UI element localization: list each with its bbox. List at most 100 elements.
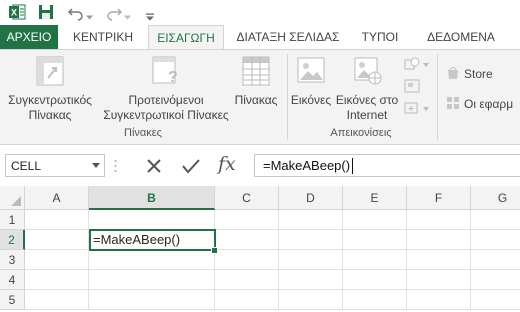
select-all-triangle-icon <box>11 196 21 206</box>
insert-function-button[interactable]: fx <box>218 153 236 175</box>
formula-bar: CELL fx =MakeABeep() <box>0 149 520 184</box>
store-icon <box>448 67 458 79</box>
grid-cell[interactable] <box>279 230 343 250</box>
column-header-c[interactable]: C <box>215 186 279 210</box>
row-header-4[interactable]: 4 <box>0 270 25 290</box>
ribbon-separator <box>437 54 438 140</box>
tab-page-layout[interactable]: ΔΙΑΤΑΞΗ ΣΕΛΙΔΑΣ <box>232 25 344 50</box>
tab-home[interactable]: ΚΕΝΤΡΙΚΗ <box>64 25 142 50</box>
column-header-e[interactable]: E <box>343 186 407 210</box>
grid-cell[interactable] <box>407 250 471 270</box>
grid-cell[interactable] <box>407 290 471 310</box>
group-label-illustrations: Απεικονίσεις <box>330 127 392 139</box>
store-button[interactable]: Store <box>464 67 514 82</box>
grid-cell[interactable] <box>25 290 89 310</box>
grid-cell[interactable] <box>279 250 343 270</box>
formula-input[interactable]: =MakeABeep() <box>254 154 520 177</box>
grid-cell[interactable] <box>471 290 520 310</box>
fill-handle[interactable] <box>211 247 218 254</box>
table-button[interactable]: Πίνακας <box>228 93 284 108</box>
name-box-dropdown-icon[interactable] <box>92 163 100 168</box>
save-icon[interactable] <box>38 3 54 21</box>
tab-insert[interactable]: ΕΙΣΑΓΩΓΗ <box>148 25 224 50</box>
grid-cell[interactable] <box>215 230 279 250</box>
grid-cell[interactable] <box>25 210 89 230</box>
online-pictures-label-line2: Internet <box>346 108 388 122</box>
my-apps-button[interactable]: Οι εφαρμ <box>464 97 520 112</box>
grid-cell[interactable] <box>25 250 89 270</box>
row-header-1[interactable]: 1 <box>0 210 25 230</box>
svg-text:?: ? <box>168 69 178 86</box>
row-header-3[interactable]: 3 <box>0 250 25 270</box>
recommended-pivot-label-line2: Συγκεντρωτικοί Πίνακες <box>103 108 229 122</box>
active-cell-b2[interactable]: =MakeABeep() <box>89 229 216 251</box>
row-header-5[interactable]: 5 <box>0 290 25 310</box>
pivot-table-label-line1: Συγκεντρωτικός <box>8 93 92 107</box>
cancel-icon[interactable] <box>145 157 163 175</box>
redo-icon[interactable] <box>106 3 122 21</box>
grid-cell[interactable] <box>471 230 520 250</box>
tab-data[interactable]: ΔΕΔΟΜΕΝΑ <box>416 25 506 50</box>
table-icon <box>242 56 270 86</box>
grid-cell[interactable] <box>407 230 471 250</box>
grid-cell[interactable] <box>89 270 215 290</box>
grid-cell[interactable] <box>279 270 343 290</box>
grid-cell[interactable] <box>407 210 471 230</box>
column-header-a[interactable]: A <box>25 186 89 210</box>
row-header-2[interactable]: 2 <box>0 230 25 250</box>
grid-cell[interactable] <box>25 270 89 290</box>
grid-cell[interactable] <box>407 270 471 290</box>
group-label-tables: Πίνακες <box>124 127 162 139</box>
my-apps-icon <box>447 97 459 109</box>
check-icon[interactable] <box>181 157 201 175</box>
column-header-g[interactable]: G <box>471 186 520 210</box>
ribbon-insert: Συγκεντρωτικός Πίνακας ? Προτεινόμενοι Σ… <box>0 49 520 145</box>
tab-formulas[interactable]: ΤΥΠΟΙ <box>352 25 408 50</box>
smartart-icon[interactable] <box>404 78 430 94</box>
recommended-pivot-icon: ? <box>152 56 178 86</box>
grid-cell[interactable] <box>343 210 407 230</box>
grid-cell[interactable] <box>215 210 279 230</box>
online-pictures-label-line1: Εικόνες στο <box>335 93 399 107</box>
pivot-table-icon <box>36 56 64 86</box>
grid-cell[interactable] <box>343 250 407 270</box>
grid-cell[interactable] <box>343 290 407 310</box>
grid-cell[interactable] <box>89 290 215 310</box>
pivot-table-button[interactable]: Συγκεντρωτικός Πίνακας <box>2 93 98 123</box>
pictures-button[interactable]: Εικόνες <box>288 93 334 108</box>
pivot-table-label-line2: Πίνακας <box>28 108 72 122</box>
column-header-b[interactable]: B <box>89 186 215 210</box>
grid-cell[interactable] <box>471 270 520 290</box>
grid-cell[interactable] <box>215 270 279 290</box>
grid-cell[interactable] <box>279 290 343 310</box>
excel-logo-icon[interactable]: X <box>8 3 26 21</box>
grid-cell[interactable] <box>215 290 279 310</box>
svg-text:X: X <box>11 8 17 18</box>
grid-cell[interactable] <box>89 210 215 230</box>
quick-access-toolbar: X <box>0 0 520 24</box>
recommended-pivot-button[interactable]: Προτεινόμενοι Συγκεντρωτικοί Πίνακες <box>96 93 236 123</box>
grid-cell[interactable] <box>25 230 89 250</box>
formula-text: =MakeABeep() <box>263 158 351 173</box>
column-header-f[interactable]: F <box>407 186 471 210</box>
grid-cell[interactable] <box>471 250 520 270</box>
shapes-icon[interactable] <box>404 56 430 72</box>
grid-cell[interactable] <box>343 270 407 290</box>
name-box-value: CELL <box>11 159 42 173</box>
select-all-corner[interactable] <box>0 186 25 210</box>
text-cursor <box>352 158 353 174</box>
screenshot-icon[interactable] <box>404 100 430 116</box>
grid-cell[interactable] <box>89 250 215 270</box>
tab-file[interactable]: ΑΡΧΕΙΟ <box>0 25 58 50</box>
column-header-d[interactable]: D <box>279 186 343 210</box>
worksheet-grid: A B C D E F G 1 2 3 4 5 =MakeABeep() <box>0 186 520 312</box>
pictures-icon <box>297 57 325 83</box>
grid-cell[interactable] <box>343 230 407 250</box>
name-box[interactable]: CELL <box>5 154 105 177</box>
customize-qat-icon[interactable] <box>146 8 154 26</box>
undo-icon[interactable] <box>68 3 84 21</box>
grid-cell[interactable] <box>279 210 343 230</box>
online-pictures-button[interactable]: Εικόνες στο Internet <box>333 93 401 123</box>
grid-cell[interactable] <box>215 250 279 270</box>
grid-cell[interactable] <box>471 210 520 230</box>
